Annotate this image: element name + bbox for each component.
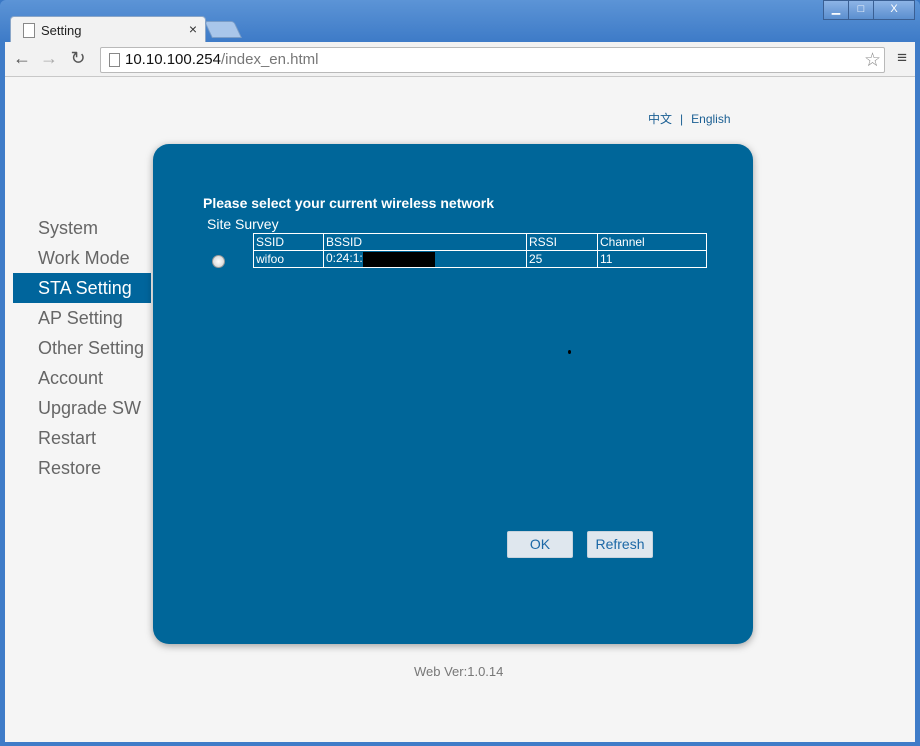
sidebar-item-ap-setting[interactable]: AP Setting: [13, 303, 151, 333]
page-icon: [109, 53, 120, 67]
cell-channel: 11: [597, 250, 707, 268]
forward-icon[interactable]: →: [38, 48, 60, 69]
cell-rssi: 25: [526, 250, 598, 268]
language-switcher: 中文 | English: [648, 110, 731, 127]
header-bssid: BSSID: [323, 233, 527, 251]
minimize-button[interactable]: ▁: [823, 0, 849, 20]
sidebar-item-work-mode[interactable]: Work Mode: [13, 243, 151, 273]
lang-separator: |: [680, 112, 684, 126]
maximize-button[interactable]: □: [848, 0, 874, 20]
table-row[interactable]: wifoo 0:24:1: 25 11: [253, 250, 707, 268]
new-tab-button[interactable]: [204, 21, 242, 38]
site-survey-table: SSID BSSID RSSI Channel wifoo 0:24:1: 25…: [253, 233, 707, 268]
sidebar-item-system[interactable]: System: [13, 213, 151, 243]
ok-button[interactable]: OK: [507, 531, 573, 558]
header-ssid: SSID: [253, 233, 324, 251]
tab-bar: Setting × ▁ □ X: [0, 0, 920, 43]
sidebar-item-sta-setting[interactable]: STA Setting: [13, 273, 151, 303]
site-survey-label: Site Survey: [207, 216, 279, 232]
menu-icon[interactable]: ≡: [897, 48, 907, 68]
page-content: 中文 | English System Work Mode STA Setting …: [5, 77, 915, 742]
tab-title: Setting: [41, 23, 82, 38]
back-icon[interactable]: ←: [11, 48, 33, 69]
panel-heading: Please select your current wireless netw…: [203, 195, 495, 211]
sidebar-item-upgrade-sw[interactable]: Upgrade SW: [13, 393, 151, 423]
url-text: 10.10.100.254/index_en.html: [125, 51, 319, 68]
header-rssi: RSSI: [526, 233, 598, 251]
browser-toolbar: ← → ↻ 10.10.100.254/index_en.html ☆ ≡: [5, 42, 915, 77]
bookmark-star-icon[interactable]: ☆: [864, 49, 881, 72]
table-header-row: SSID BSSID RSSI Channel: [253, 233, 707, 251]
header-channel: Channel: [597, 233, 707, 251]
browser-tab[interactable]: Setting ×: [10, 16, 206, 43]
sidebar-item-restore[interactable]: Restore: [13, 453, 151, 483]
network-radio[interactable]: [212, 255, 225, 268]
sidebar-item-other-setting[interactable]: Other Setting: [13, 333, 151, 363]
lang-english-link[interactable]: English: [691, 112, 730, 126]
sta-setting-panel: Please select your current wireless netw…: [153, 144, 753, 644]
close-window-button[interactable]: X: [873, 0, 915, 20]
address-bar[interactable]: 10.10.100.254/index_en.html ☆: [100, 47, 885, 73]
web-version: Web Ver:1.0.14: [414, 664, 504, 679]
sidebar-item-account[interactable]: Account: [13, 363, 151, 393]
refresh-button[interactable]: Refresh: [587, 531, 653, 558]
redaction-box: [362, 251, 435, 267]
sidebar: System Work Mode STA Setting AP Setting …: [13, 213, 151, 483]
document-icon: [23, 23, 35, 38]
tab-close-icon[interactable]: ×: [189, 21, 197, 37]
browser-window: Setting × ▁ □ X ← → ↻ 10.10.100.254/inde…: [0, 0, 920, 746]
lang-chinese-link[interactable]: 中文: [648, 112, 672, 126]
sidebar-item-restart[interactable]: Restart: [13, 423, 151, 453]
cell-ssid: wifoo: [253, 250, 324, 268]
reload-icon[interactable]: ↻: [67, 48, 89, 69]
cursor-dot: [568, 350, 571, 354]
cell-bssid: 0:24:1:: [323, 250, 527, 268]
